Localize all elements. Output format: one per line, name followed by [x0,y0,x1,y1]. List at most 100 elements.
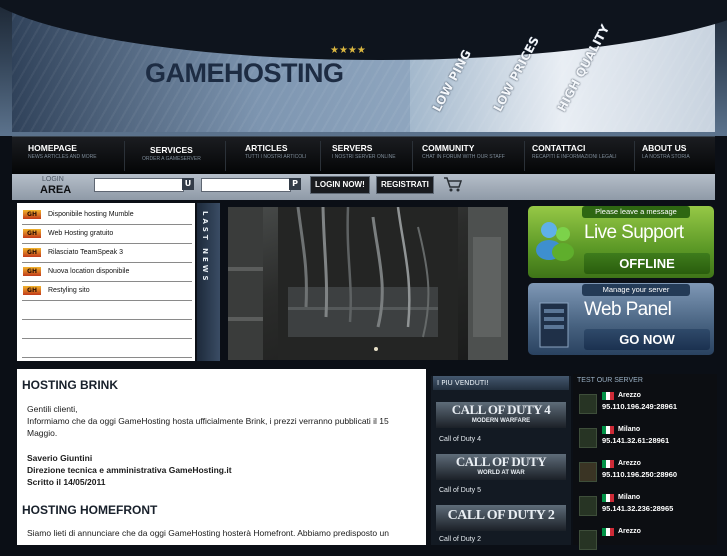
server-entry[interactable]: Milano 95.141.32.236:28965 [577,492,713,522]
server-ip: 95.141.32.236:28965 [602,504,674,513]
server-entry[interactable]: Milano 95.141.32.61:28961 [577,424,713,454]
test-server-panel: TEST OUR SERVER Arezzo 95.110.196.249:28… [573,374,717,550]
news-bullet-icon: GH [23,229,41,238]
nav-articles-sub: TUTTI I NOSTRI ARTICOLI [245,154,307,160]
nav-about-us-sub: LA NOSTRA STORIA [642,154,690,160]
main-navigation: HOMEPAGE NEWS ARTICLES AND MORE SERVICES… [12,136,715,175]
nav-services-label: SERVICES [149,145,193,155]
login-button[interactable]: LOGIN NOW! [310,176,370,194]
nav-about-us-label: ABOUT US [642,143,687,153]
italy-flag-icon [602,460,614,468]
news-item[interactable]: GH Restyling sito [22,283,192,301]
server-ip: 95.110.196.250:28960 [602,470,678,479]
italy-flag-icon [602,494,614,502]
news-item-label: Disponibile hosting Mumble [48,211,134,218]
nav-separator [634,141,635,171]
last-news-label: LAST NEWS [201,211,209,284]
article-line: Gentili clienti, [27,404,78,414]
nav-services-sub: ORDER A GAMESERVER [142,156,201,162]
article-title[interactable]: HOSTING HOMEFRONT [22,503,157,517]
articles-panel: HOSTING BRINK Gentili clienti, Informiam… [17,369,426,545]
nav-servers[interactable]: SERVERS I NOSTRI SERVER ONLINE [332,143,396,160]
server-city: Arezzo [618,528,641,535]
logo-stars: ★★★★ [330,45,366,56]
news-item[interactable]: GH Rilasciato TeamSpeak 3 [22,245,192,263]
game-banner-cod4[interactable]: CALL OF DUTY 4 MODERN WARFARE [436,402,566,428]
server-rack-photo [228,207,508,360]
game-name[interactable]: Call of Duty 2 [439,536,481,543]
nav-community[interactable]: COMMUNITY CHAT IN FORUM WITH OUR STAFF [422,143,505,160]
game-banner-cod2[interactable]: CALL OF DUTY 2 [436,505,566,531]
nav-services[interactable]: SERVICES ORDER A GAMESERVER [142,145,201,162]
server-city: Milano [618,426,641,433]
italy-flag-icon [602,426,614,434]
server-icon [539,302,569,348]
nav-separator [225,141,226,171]
game-name[interactable]: Call of Duty 4 [439,436,481,443]
news-item-label: Restyling sito [48,287,90,294]
shopping-cart-icon[interactable] [443,176,463,192]
game-logo-text: CALL OF DUTY 2 [447,508,555,523]
game-logo-subtitle: MODERN WARFARE [471,418,531,424]
username-icon: U [182,178,194,190]
nav-articles[interactable]: ARTICLES TUTTI I NOSTRI ARTICOLI [245,143,306,160]
nav-about-us[interactable]: ABOUT US LA NOSTRA STORIA [642,143,690,160]
news-item[interactable]: GH Web Hosting gratuito [22,226,192,244]
username-input[interactable] [94,178,184,192]
news-bullet-icon: GH [23,286,41,295]
game-logo-text: CALL OF DUTY 4 [451,402,551,417]
panel-header: Manage your server [582,284,690,296]
live-support-banner[interactable]: Please leave a message Live Support OFFL… [528,206,714,278]
nav-contattaci-label: CONTATTACI [532,143,586,153]
news-empty-row [22,321,192,339]
italy-flag-icon [602,392,614,400]
news-bullet-icon: GH [23,210,41,219]
article-title[interactable]: HOSTING BRINK [22,378,118,392]
best-sellers-title: I PIU VENDUTI! [433,376,569,390]
nav-articles-label: ARTICLES [245,143,288,153]
game-name[interactable]: Call of Duty 5 [439,487,481,494]
article-role: Direzione tecnica e amministrativa GameH… [27,465,232,475]
server-ip: 95.110.196.249:28961 [602,402,678,411]
web-panel-banner[interactable]: Manage your server Web Panel GO NOW [528,283,714,355]
news-item-label: Web Hosting gratuito [48,230,114,237]
game-icon [579,496,597,516]
game-icon [579,462,597,482]
server-entry[interactable]: Arezzo [577,526,713,556]
login-area-label: AREA [40,184,72,196]
panel-title: Web Panel [584,299,672,320]
server-city: Arezzo [618,392,641,399]
italy-flag-icon [602,528,614,536]
login-bar: LOGIN AREA U P LOGIN NOW! REGISTRATI [12,174,715,200]
nav-servers-sub: I NOSTRI SERVER ONLINE [332,154,396,160]
article-date: Scritto il 14/05/2011 [27,477,106,487]
panel-go-button[interactable]: GO NOW [584,329,710,350]
server-entry[interactable]: Arezzo 95.110.196.250:28960 [577,458,713,488]
news-item[interactable]: GH Nuova location disponibile [22,264,192,282]
support-title: Live Support [584,222,684,243]
nav-homepage-label: HOMEPAGE [28,143,77,153]
nav-homepage[interactable]: HOMEPAGE NEWS ARTICLES AND MORE [28,143,97,160]
game-logo-text: CALL OF DUTY [455,454,547,469]
site-header: ★★★★ GAMEHOSTING LOW PING LOW PRICES HIG… [0,0,727,136]
support-header: Please leave a message [582,206,690,218]
nav-contattaci[interactable]: CONTATTACI RECAPITI E INFORMAZIONI LEGAL… [532,143,616,160]
nav-homepage-sub: NEWS ARTICLES AND MORE [28,154,97,160]
register-button[interactable]: REGISTRATI [376,176,434,194]
test-server-title: TEST OUR SERVER [577,377,643,384]
news-bullet-icon: GH [23,267,41,276]
nav-separator [320,141,321,171]
nav-community-sub: CHAT IN FORUM WITH OUR STAFF [422,154,505,160]
news-empty-row [22,302,192,320]
news-bullet-icon: GH [23,248,41,257]
server-entry[interactable]: Arezzo 95.110.196.249:28961 [577,390,713,420]
nav-separator [124,141,125,171]
game-banner-cod5[interactable]: CALL OF DUTY WORLD AT WAR [436,454,566,480]
password-input[interactable] [201,178,291,192]
article-line: Siamo lieti di annunciare che da oggi Ga… [27,528,389,538]
support-status: OFFLINE [584,253,710,274]
nav-separator [524,141,525,171]
news-item[interactable]: GH Disponibile hosting Mumble [22,207,192,225]
site-logo[interactable]: GAMEHOSTING [145,58,344,89]
best-sellers-panel: I PIU VENDUTI! CALL OF DUTY 4 MODERN WAR… [431,376,571,545]
